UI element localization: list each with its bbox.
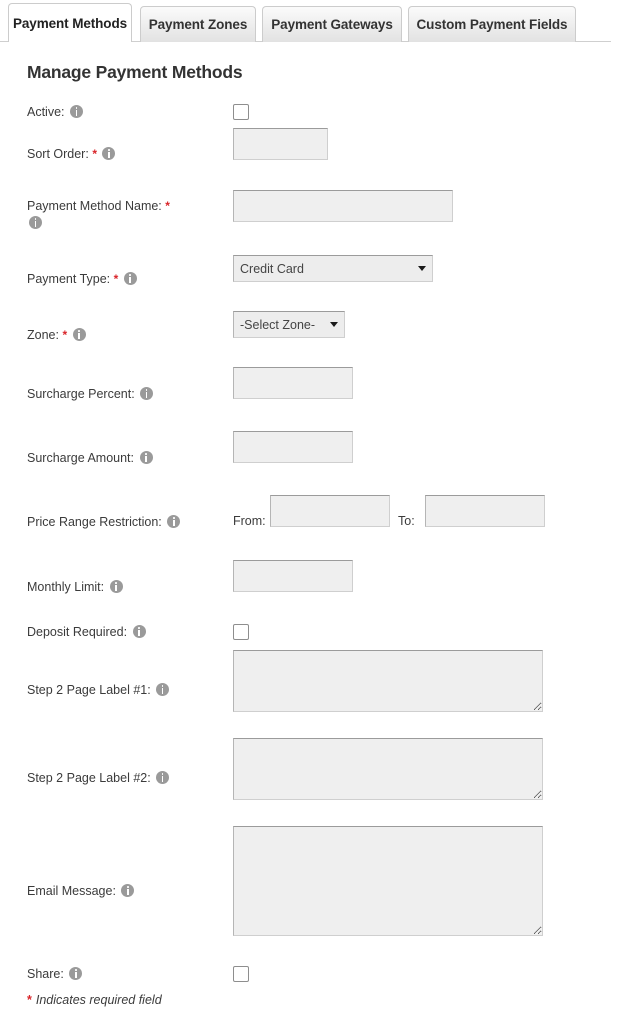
label-active-text: Active: xyxy=(27,105,65,119)
label-deposit-required: Deposit Required: xyxy=(27,624,223,641)
label-email-message-text: Email Message: xyxy=(27,884,116,898)
chevron-down-icon xyxy=(418,266,426,271)
label-price-range-from: From: xyxy=(233,514,266,528)
info-icon[interactable] xyxy=(156,771,170,784)
page-title: Manage Payment Methods xyxy=(27,62,243,82)
input-sort-order[interactable] xyxy=(233,128,328,160)
input-price-range-to[interactable] xyxy=(425,495,545,527)
label-price-range-to: To: xyxy=(398,514,415,528)
info-icon[interactable] xyxy=(167,515,181,528)
tab-payment-zones[interactable]: Payment Zones xyxy=(140,6,256,42)
required-field-note-text: Indicates required field xyxy=(35,993,162,1007)
input-payment-method-name[interactable] xyxy=(233,190,453,222)
required-asterisk: * xyxy=(62,328,68,342)
label-active: Active: xyxy=(27,104,223,121)
required-asterisk: * xyxy=(113,272,119,286)
info-icon[interactable] xyxy=(72,328,86,341)
label-monthly-limit: Monthly Limit: xyxy=(27,579,223,596)
info-icon[interactable] xyxy=(70,105,83,118)
info-icon[interactable] xyxy=(109,580,123,593)
label-zone: Zone: * xyxy=(27,327,223,344)
select-payment-type-value: Credit Card xyxy=(240,261,304,276)
info-icon[interactable] xyxy=(156,683,170,696)
checkbox-share[interactable] xyxy=(233,966,249,982)
info-icon[interactable] xyxy=(123,272,137,285)
select-zone[interactable]: -Select Zone- xyxy=(233,311,345,338)
tab-bar: Payment Methods Payment Zones Payment Ga… xyxy=(0,0,622,43)
label-payment-type: Payment Type: * xyxy=(27,271,223,288)
select-payment-type[interactable]: Credit Card xyxy=(233,255,433,282)
tab-custom-payment-fields-label: Custom Payment Fields xyxy=(416,17,568,32)
label-payment-type-text: Payment Type: xyxy=(27,272,111,286)
textarea-step2-page-label-2[interactable] xyxy=(233,738,543,800)
tab-payment-zones-label: Payment Zones xyxy=(148,17,248,32)
label-email-message: Email Message: xyxy=(27,883,223,900)
label-step2-page-label-1-text: Step 2 Page Label #1: xyxy=(27,683,151,697)
info-icon[interactable] xyxy=(69,967,83,980)
checkbox-deposit-required[interactable] xyxy=(233,624,249,640)
label-share-text: Share: xyxy=(27,967,64,981)
label-deposit-required-text: Deposit Required: xyxy=(27,625,128,639)
label-step2-page-label-2: Step 2 Page Label #2: xyxy=(27,770,223,787)
tab-payment-gateways[interactable]: Payment Gateways xyxy=(262,6,402,42)
label-surcharge-percent-text: Surcharge Percent: xyxy=(27,387,135,401)
info-icon[interactable] xyxy=(121,884,135,897)
label-step2-page-label-2-text: Step 2 Page Label #2: xyxy=(27,771,151,785)
required-field-note: * Indicates required field xyxy=(27,993,162,1007)
tab-payment-gateways-label: Payment Gateways xyxy=(271,17,393,32)
label-sort-order: Sort Order: * xyxy=(27,146,223,163)
info-icon[interactable] xyxy=(102,147,116,160)
required-asterisk: * xyxy=(165,199,170,213)
input-surcharge-amount[interactable] xyxy=(233,431,353,463)
label-payment-method-name-text: Payment Method Name: xyxy=(27,199,162,213)
tab-payment-methods[interactable]: Payment Methods xyxy=(8,3,132,42)
info-icon[interactable] xyxy=(132,625,146,638)
required-asterisk: * xyxy=(92,147,97,161)
required-asterisk: * xyxy=(27,993,32,1007)
tab-payment-methods-label: Payment Methods xyxy=(12,15,128,31)
label-monthly-limit-text: Monthly Limit: xyxy=(27,580,105,594)
label-step2-page-label-1: Step 2 Page Label #1: xyxy=(27,682,223,699)
label-share: Share: xyxy=(27,966,223,983)
chevron-down-icon xyxy=(330,322,338,327)
label-payment-method-name: Payment Method Name: * xyxy=(27,198,207,232)
payment-methods-admin-page: Payment Methods Payment Zones Payment Ga… xyxy=(0,0,622,1011)
label-price-range-restriction-text: Price Range Restriction: xyxy=(27,515,162,529)
label-surcharge-amount-text: Surcharge Amount: xyxy=(27,451,135,465)
tab-custom-payment-fields[interactable]: Custom Payment Fields xyxy=(408,6,576,42)
label-surcharge-amount: Surcharge Amount: xyxy=(27,450,223,467)
input-price-range-from[interactable] xyxy=(270,495,390,527)
checkbox-active[interactable] xyxy=(233,104,249,120)
label-price-range-restriction: Price Range Restriction: xyxy=(27,514,223,531)
input-surcharge-percent[interactable] xyxy=(233,367,353,399)
label-sort-order-text: Sort Order: xyxy=(27,147,89,161)
info-icon[interactable] xyxy=(139,451,153,464)
info-icon[interactable] xyxy=(140,387,154,400)
textarea-step2-page-label-1[interactable] xyxy=(233,650,543,712)
info-icon[interactable] xyxy=(29,216,42,229)
input-monthly-limit[interactable] xyxy=(233,560,353,592)
textarea-email-message[interactable] xyxy=(233,826,543,936)
label-zone-text: Zone: xyxy=(27,328,59,342)
select-zone-value: -Select Zone- xyxy=(240,317,316,332)
label-surcharge-percent: Surcharge Percent: xyxy=(27,386,223,403)
